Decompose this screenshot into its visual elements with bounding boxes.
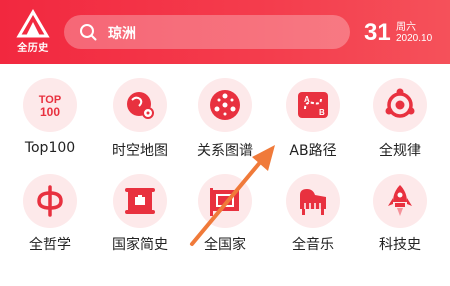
date-day: 31 [364,19,391,46]
item-label: 时空地图 [112,143,168,159]
phi-icon [37,185,63,217]
ab-text-a: A [304,95,310,104]
piano-icon [300,189,326,215]
grid-item-all-countries[interactable]: 全国家 [180,174,270,264]
item-label: 全国家 [204,237,246,253]
ab-path-icon: A B [298,92,328,118]
top100-icon: TOP 100 [39,94,61,119]
top100-text-100: 100 [40,105,60,119]
date-weekday: 周六 [396,22,416,33]
item-icon-bg [286,174,340,228]
app-header: 全历史 琼洲 31 周六 2020.10 [0,0,450,64]
item-icon-bg [113,78,167,132]
map-pin-icon [127,92,154,119]
item-label: 全哲学 [29,237,71,253]
item-icon-bg [373,174,427,228]
pattern-icon [385,88,415,118]
grid-item-relation-graph[interactable]: 关系图谱 [180,78,270,168]
grid-item-philosophy[interactable]: 全哲学 [5,174,95,264]
search-value: 琼洲 [108,26,136,42]
grid-item-music[interactable]: 全音乐 [268,174,358,264]
item-label: 科技史 [379,237,421,253]
grid-item-ab-path[interactable]: A B AB路径 [268,78,358,168]
app-logo[interactable]: 全历史 [14,9,52,55]
item-label: 全音乐 [292,237,334,253]
grid-item-time-map[interactable]: 时空地图 [95,78,185,168]
graph-network-icon [210,90,240,120]
ab-text-b: B [319,108,325,117]
rocket-icon [388,185,412,216]
item-icon-bg [373,78,427,132]
date-year-month: 2020.10 [396,33,433,44]
search-icon [80,24,97,41]
logo-mark-icon [16,9,50,38]
item-icon-bg: TOP 100 [23,78,77,132]
item-icon-bg: A B [286,78,340,132]
item-icon-bg [23,174,77,228]
grid-item-top100[interactable]: TOP 100 Top100 [5,78,95,168]
scroll-icon [125,188,155,214]
item-icon-bg [198,174,252,228]
grid-item-country-history[interactable]: 国家简史 [95,174,185,264]
grid-item-patterns[interactable]: 全规律 [355,78,445,168]
item-label: 全规律 [379,143,421,159]
item-icon-bg [198,78,252,132]
item-label: Top100 [24,140,76,156]
item-label: AB路径 [289,143,337,159]
flag-icon [210,188,239,216]
grid-item-tech-history[interactable]: 科技史 [355,174,445,264]
item-label: 关系图谱 [197,143,253,159]
logo-text: 全历史 [17,43,49,54]
item-icon-bg [113,174,167,228]
item-label: 国家简史 [112,237,168,253]
search-input[interactable]: 琼洲 [64,15,350,49]
